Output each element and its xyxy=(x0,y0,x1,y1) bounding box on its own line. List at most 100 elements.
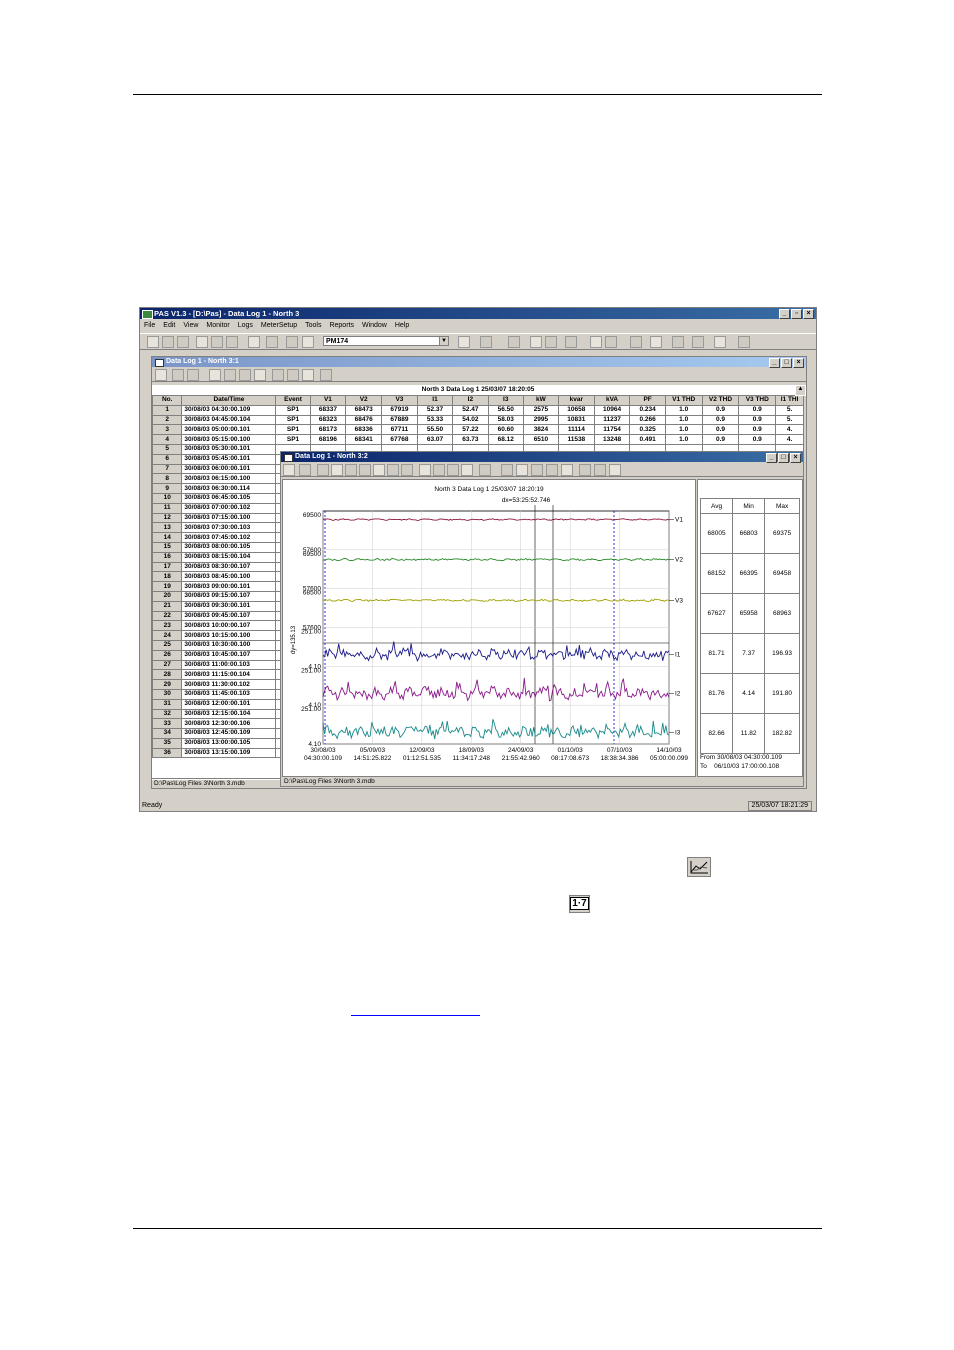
graph-toolbar-icon-5[interactable] xyxy=(345,464,357,476)
column-header[interactable]: No. xyxy=(152,395,183,406)
column-header[interactable]: V1 THD xyxy=(664,395,703,406)
graph-toolbar-icon-21[interactable] xyxy=(594,464,606,476)
main2-toolbar-icon-7[interactable] xyxy=(590,336,602,348)
main2-toolbar-icon-10[interactable] xyxy=(650,336,662,348)
column-header[interactable]: I3 xyxy=(487,395,524,406)
log-toolbar-icon-4[interactable] xyxy=(209,369,221,381)
graph-toolbar-icon-7[interactable] xyxy=(373,464,385,476)
column-header[interactable]: V3 xyxy=(381,395,418,406)
main2-toolbar-icon-1[interactable] xyxy=(458,336,470,348)
log-toolbar-icon-5[interactable] xyxy=(224,369,236,381)
column-header[interactable]: Date/Time xyxy=(181,395,277,406)
restore-button[interactable]: ▫ xyxy=(791,309,802,319)
graph-toolbar-icon-22[interactable] xyxy=(609,464,621,476)
main-toolbar-icon-5[interactable] xyxy=(211,336,223,348)
graph-toolbar-icon-16[interactable] xyxy=(516,464,528,476)
menu-monitor[interactable]: Monitor xyxy=(202,320,233,331)
menu-view[interactable]: View xyxy=(179,320,202,331)
graph-toolbar-icon-15[interactable] xyxy=(501,464,513,476)
main-toolbar-icon-1[interactable] xyxy=(147,336,159,348)
column-header[interactable]: V1 xyxy=(309,395,347,406)
graph-toolbar-icon-8[interactable] xyxy=(387,464,399,476)
graph-toolbar-icon-20[interactable] xyxy=(579,464,591,476)
menu-metersetup[interactable]: MeterSetup xyxy=(257,320,301,331)
log-toolbar-icon-8[interactable] xyxy=(272,369,284,381)
menu-edit[interactable]: Edit xyxy=(159,320,179,331)
main2-toolbar-icon-12[interactable] xyxy=(692,336,704,348)
main-toolbar-icon-6[interactable] xyxy=(226,336,238,348)
main2-toolbar-icon-4[interactable] xyxy=(530,336,542,348)
series-label: V1 xyxy=(675,517,683,524)
graph-toolbar-icon-18[interactable] xyxy=(546,464,558,476)
main-toolbar-icon-4[interactable] xyxy=(196,336,208,348)
main2-toolbar-icon-5[interactable] xyxy=(545,336,557,348)
graph-toolbar-icon-3[interactable] xyxy=(317,464,329,476)
main-toolbar-icon-3[interactable] xyxy=(177,336,189,348)
graph-toolbar-icon-17[interactable] xyxy=(531,464,543,476)
main2-toolbar-icon-3[interactable] xyxy=(508,336,520,348)
table-row[interactable]: 2 30/08/03 04:45:00.104 SP1 68323 68476 67889… xyxy=(152,414,804,426)
menu-reports[interactable]: Reports xyxy=(325,320,358,331)
close-button[interactable]: × xyxy=(803,309,814,319)
column-header[interactable]: I2 xyxy=(452,395,489,406)
status-bar: Ready 25/03/07 18:21:29 xyxy=(140,801,816,811)
graph-toolbar-icon-2[interactable] xyxy=(299,464,311,476)
hyperlink-underline[interactable] xyxy=(351,1015,480,1016)
scroll-up-arrow[interactable]: ▲ xyxy=(795,385,806,396)
stats-cell: 66803 xyxy=(732,513,766,554)
minimize-button[interactable]: _ xyxy=(779,309,790,319)
menu-help[interactable]: Help xyxy=(391,320,413,331)
column-header[interactable]: I1 THI xyxy=(775,395,804,406)
log-toolbar-icon-1[interactable] xyxy=(155,369,167,381)
menu-file[interactable]: File xyxy=(140,320,159,331)
column-header[interactable]: Event xyxy=(275,395,311,406)
column-header[interactable]: kW xyxy=(522,395,559,406)
graph-toolbar-icon-6[interactable] xyxy=(359,464,371,476)
main-toolbar-icon-2[interactable] xyxy=(162,336,174,348)
log-toolbar-icon-10[interactable] xyxy=(302,369,314,381)
graph-toolbar-icon-19[interactable] xyxy=(561,464,573,476)
table-cell: 7 xyxy=(152,463,183,475)
main2-toolbar-icon-14[interactable] xyxy=(738,336,750,348)
column-header[interactable]: V3 THD xyxy=(738,395,777,406)
graph-toolbar-icon-11[interactable] xyxy=(433,464,445,476)
main2-toolbar-icon-9[interactable] xyxy=(630,336,642,348)
column-header[interactable]: PF xyxy=(629,395,666,406)
column-header[interactable]: I1 xyxy=(416,395,454,406)
main2-toolbar-icon-13[interactable] xyxy=(714,336,726,348)
log-toolbar-icon-7[interactable] xyxy=(254,369,266,381)
main-toolbar-icon-10[interactable] xyxy=(302,336,314,348)
column-header[interactable]: kvar xyxy=(557,395,595,406)
main-toolbar-icon-8[interactable] xyxy=(266,336,278,348)
log-toolbar-icon-11[interactable] xyxy=(320,369,332,381)
main2-toolbar-icon-8[interactable] xyxy=(605,336,617,348)
column-header[interactable]: V2 THD xyxy=(701,395,740,406)
menu-tools[interactable]: Tools xyxy=(301,320,325,331)
main2-toolbar-icon-11[interactable] xyxy=(672,336,684,348)
menu-logs[interactable]: Logs xyxy=(234,320,257,331)
main2-toolbar-icon-6[interactable] xyxy=(565,336,577,348)
graph-toolbar-icon-12[interactable] xyxy=(447,464,459,476)
column-header[interactable]: kVA xyxy=(593,395,631,406)
chevron-down-icon[interactable]: ▼ xyxy=(439,337,448,345)
device-select[interactable]: PM174 ▼ xyxy=(323,336,449,346)
log-toolbar-icon-3[interactable] xyxy=(187,369,199,381)
graph-toolbar-icon-13[interactable] xyxy=(461,464,473,476)
table-row[interactable]: 1 30/08/03 04:30:00.109 SP1 68337 68473 67919… xyxy=(152,404,804,416)
log-toolbar-icon-2[interactable] xyxy=(172,369,184,381)
graph-toolbar-icon-10[interactable] xyxy=(419,464,431,476)
graph-toolbar-icon-9[interactable] xyxy=(401,464,413,476)
table-row[interactable]: 3 30/08/03 05:00:00.101 SP1 68173 68336 67711… xyxy=(152,424,804,436)
table-row[interactable]: 4 30/08/03 05:15:00.100 SP1 68196 68341 67768… xyxy=(152,434,804,445)
graph-toolbar-icon-14[interactable] xyxy=(479,464,491,476)
main-toolbar-icon-7[interactable] xyxy=(248,336,260,348)
graph-toolbar-icon-1[interactable] xyxy=(283,464,295,476)
pas-application-window: PAS V1.3 - [D:\Pas] - Data Log 1 - North… xyxy=(139,307,817,812)
log-toolbar-icon-9[interactable] xyxy=(287,369,299,381)
graph-toolbar-icon-4[interactable] xyxy=(331,464,343,476)
menu-window[interactable]: Window xyxy=(358,320,391,331)
log-toolbar-icon-6[interactable] xyxy=(239,369,251,381)
main2-toolbar-icon-2[interactable] xyxy=(480,336,492,348)
main-toolbar-icon-9[interactable] xyxy=(286,336,298,348)
column-header[interactable]: V2 xyxy=(345,395,383,406)
